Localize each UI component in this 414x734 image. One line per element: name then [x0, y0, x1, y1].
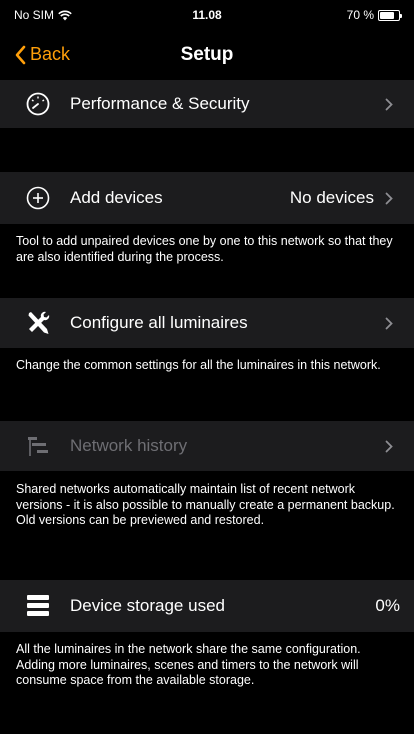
add-devices-description: Tool to add unpaired devices one by one … — [16, 234, 393, 264]
chevron-right-icon — [382, 192, 396, 205]
chevron-right-icon — [382, 98, 396, 111]
page-title: Setup — [180, 44, 234, 65]
battery-icon — [378, 9, 402, 21]
chevron-right-icon — [382, 440, 396, 453]
device-storage-value: 0% — [375, 596, 400, 615]
performance-security-row[interactable]: Performance & Security — [0, 80, 414, 128]
add-devices-row[interactable]: Add devices No devices — [0, 172, 414, 224]
history-icon — [20, 428, 56, 464]
navigation-bar: Back Setup — [0, 30, 414, 80]
configure-luminaires-description: Change the common settings for all the l… — [16, 358, 381, 372]
status-right: 70 % — [346, 8, 402, 22]
network-history-row[interactable]: Network history — [0, 421, 414, 471]
configure-luminaires-row[interactable]: Configure all luminaires — [0, 298, 414, 348]
performance-security-label: Performance & Security — [70, 94, 250, 113]
storage-icon — [20, 588, 56, 624]
network-history-label: Network history — [70, 436, 188, 455]
tools-icon — [20, 305, 56, 341]
device-storage-label: Device storage used — [70, 596, 225, 615]
battery-label: 70 % — [346, 8, 374, 22]
plus-circle-icon — [20, 180, 56, 216]
device-storage-description: All the luminaires in the network share … — [16, 642, 361, 687]
add-devices-value: No devices — [289, 188, 374, 207]
add-devices-label: Add devices — [70, 188, 163, 207]
gauge-icon — [20, 86, 56, 122]
chevron-right-icon — [382, 317, 396, 330]
device-storage-row: Device storage used 0% — [0, 580, 414, 632]
network-history-description: Shared networks automatically maintain l… — [16, 482, 395, 527]
status-bar: No SIM 11.08 70 % — [0, 0, 414, 30]
configure-luminaires-label: Configure all luminaires — [70, 313, 248, 332]
